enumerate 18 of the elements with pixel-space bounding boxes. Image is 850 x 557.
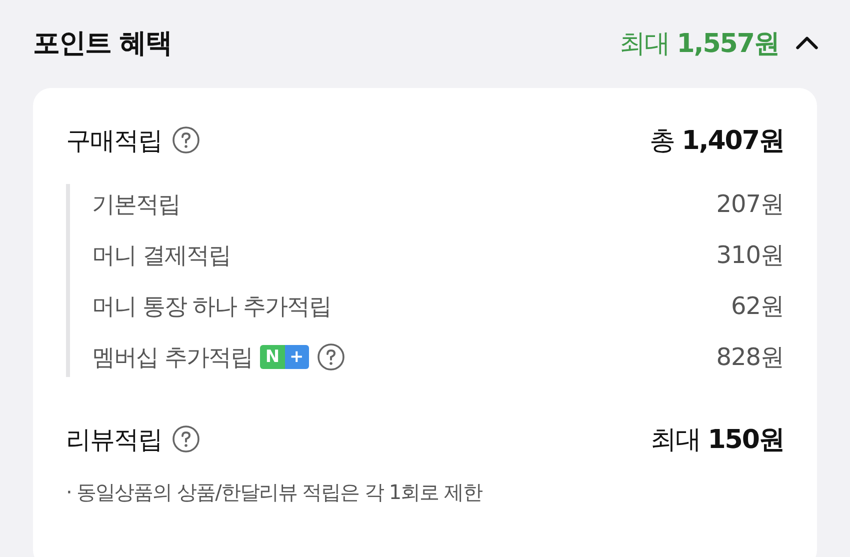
point-value: 207원	[716, 189, 784, 220]
category-total: 최대 150원	[650, 424, 784, 456]
point-label: 머니 통장 하나 추가적립	[92, 292, 331, 322]
point-value: 62원	[730, 291, 784, 322]
help-icon[interactable]	[316, 343, 345, 371]
point-label: 기본적립	[92, 190, 180, 220]
point-label: 머니 결제적립	[92, 242, 230, 270]
point-value: 310원	[716, 240, 784, 271]
category-total: 총 1,407원	[649, 124, 784, 158]
point-value: 828원	[716, 342, 784, 373]
category-title: 리뷰적립	[66, 424, 162, 456]
review-note: · 동일상품의 상품/한달리뷰 적립은 각 1회로 제한	[66, 479, 484, 506]
category-title: 구매적립	[66, 124, 162, 156]
point-label: 멤버십 추가적립	[92, 344, 252, 372]
help-icon[interactable]	[172, 126, 200, 154]
max-points-total: 최대 1,557원	[619, 28, 779, 60]
section-title: 포인트 혜택	[33, 27, 172, 61]
help-icon[interactable]	[172, 425, 200, 453]
